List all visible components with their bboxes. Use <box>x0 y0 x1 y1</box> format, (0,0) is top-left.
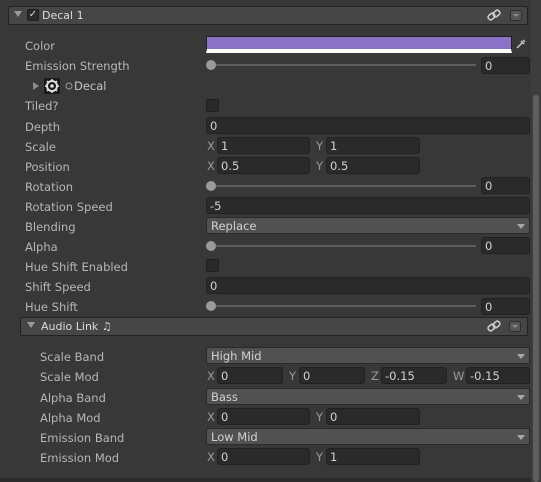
hue-shift-slider[interactable] <box>210 305 476 307</box>
eyedropper-icon[interactable] <box>515 38 527 50</box>
tiled-label: Tiled? <box>25 99 59 113</box>
blending-value: Replace <box>211 219 257 233</box>
alpha-mod-x-axis-label: X <box>207 410 215 424</box>
audio-link-menu-button[interactable] <box>509 321 521 332</box>
scale-y-field[interactable]: 1 <box>326 137 420 154</box>
scale-band-dropdown[interactable]: High Mid <box>206 347 530 364</box>
shift-speed-label: Shift Speed <box>25 280 91 294</box>
scale-band-value: High Mid <box>211 349 262 363</box>
scale-band-label: Scale Band <box>40 350 105 364</box>
rotation-thumb[interactable] <box>206 181 216 191</box>
scale-mod-label: Scale Mod <box>40 370 99 384</box>
alpha-field[interactable]: 0 <box>481 237 530 254</box>
emission-mod-x-field[interactable]: 0 <box>217 448 310 465</box>
emission-strength-field[interactable]: 0 <box>481 57 530 74</box>
emission-band-label: Emission Band <box>40 431 125 445</box>
blending-label: Blending <box>25 220 76 234</box>
scale-x-field[interactable]: 1 <box>217 137 310 154</box>
foldout-arrow-icon[interactable] <box>14 11 22 17</box>
alpha-mod-y-field[interactable]: 0 <box>326 408 420 425</box>
audio-link-section-header[interactable]: Audio Link ♫ <box>20 317 528 336</box>
rotation-label: Rotation <box>25 180 74 194</box>
emission-strength-label: Emission Strength <box>25 59 130 73</box>
position-x-field[interactable]: 0.5 <box>217 157 310 174</box>
hue-shift-enabled-checkbox[interactable] <box>206 259 219 272</box>
scrollbar-thumb[interactable] <box>533 95 539 482</box>
emission-band-dropdown[interactable]: Low Mid <box>206 428 530 445</box>
scale-mod-z-axis-label: Z <box>371 369 379 383</box>
rotation-field[interactable]: 0 <box>481 177 530 194</box>
depth-field[interactable]: 0 <box>206 117 530 134</box>
link-icon[interactable] <box>487 9 501 22</box>
decal-section-header[interactable]: ✓ Decal 1 <box>8 6 528 25</box>
alpha-slider[interactable] <box>210 245 476 247</box>
chevron-down-icon <box>517 224 525 229</box>
shift-speed-field[interactable]: 0 <box>206 277 530 294</box>
position-y-axis-label: Y <box>316 159 324 173</box>
alpha-mod-label: Alpha Mod <box>40 411 101 425</box>
emission-mod-label: Emission Mod <box>40 451 120 465</box>
alpha-band-label: Alpha Band <box>40 391 106 405</box>
rotation-speed-label: Rotation Speed <box>25 200 113 214</box>
foldout-arrow-icon[interactable] <box>27 322 35 328</box>
alpha-band-value: Bass <box>211 390 238 404</box>
emission-mod-y-axis-label: Y <box>316 450 324 464</box>
position-x-axis-label: X <box>207 159 215 173</box>
scale-mod-w-field[interactable]: -0.15 <box>466 367 530 384</box>
scale-y-axis-label: Y <box>316 139 324 153</box>
emission-band-value: Low Mid <box>211 430 258 444</box>
alpha-mod-y-axis-label: Y <box>316 410 324 424</box>
depth-label: Depth <box>25 120 61 134</box>
link-icon[interactable] <box>487 320 501 333</box>
decal-enabled-checkbox[interactable]: ✓ <box>27 9 39 21</box>
scale-label: Scale <box>25 140 56 154</box>
scale-mod-w-axis-label: W <box>453 369 465 383</box>
alpha-thumb[interactable] <box>206 241 216 251</box>
scale-mod-x-axis-label: X <box>207 369 215 383</box>
position-y-field[interactable]: 0.5 <box>326 157 420 174</box>
scale-mod-y-axis-label: Y <box>289 369 297 383</box>
emission-strength-slider[interactable] <box>210 64 476 66</box>
object-picker-icon[interactable] <box>65 82 73 90</box>
scale-x-axis-label: X <box>207 139 215 153</box>
section-menu-button[interactable] <box>510 10 522 21</box>
color-swatch[interactable] <box>206 36 512 53</box>
emission-mod-x-axis-label: X <box>207 450 215 464</box>
rotation-slider[interactable] <box>210 185 476 187</box>
alpha-label: Alpha <box>25 240 58 254</box>
blending-dropdown[interactable]: Replace <box>206 217 530 234</box>
rotation-speed-field[interactable]: -5 <box>206 197 530 214</box>
hue-shift-label: Hue Shift <box>25 300 78 314</box>
texture-gear-icon[interactable] <box>44 78 60 94</box>
scale-mod-z-field[interactable]: -0.15 <box>381 367 447 384</box>
emission-strength-thumb[interactable] <box>206 60 216 70</box>
scale-mod-x-field[interactable]: 0 <box>217 367 283 384</box>
decal-section-title: Decal 1 <box>42 9 84 22</box>
panel-bottom-edge <box>0 478 531 482</box>
chevron-down-icon <box>517 395 525 400</box>
audio-link-title: Audio Link ♫ <box>41 320 112 333</box>
tiled-checkbox[interactable] <box>206 99 219 112</box>
chevron-down-icon <box>517 354 525 359</box>
hue-shift-field[interactable]: 0 <box>481 298 530 315</box>
color-label: Color <box>25 39 56 53</box>
position-label: Position <box>25 160 70 174</box>
hue-shift-enabled-label: Hue Shift Enabled <box>25 260 128 274</box>
decal-texture-label: Decal <box>74 79 107 93</box>
alpha-band-dropdown[interactable]: Bass <box>206 388 530 405</box>
hue-shift-thumb[interactable] <box>206 301 216 311</box>
emission-mod-y-field[interactable]: 1 <box>326 448 420 465</box>
chevron-down-icon <box>517 435 525 440</box>
decal-foldout-icon[interactable] <box>33 82 39 90</box>
alpha-mod-x-field[interactable]: 0 <box>217 408 310 425</box>
scale-mod-y-field[interactable]: 0 <box>299 367 365 384</box>
